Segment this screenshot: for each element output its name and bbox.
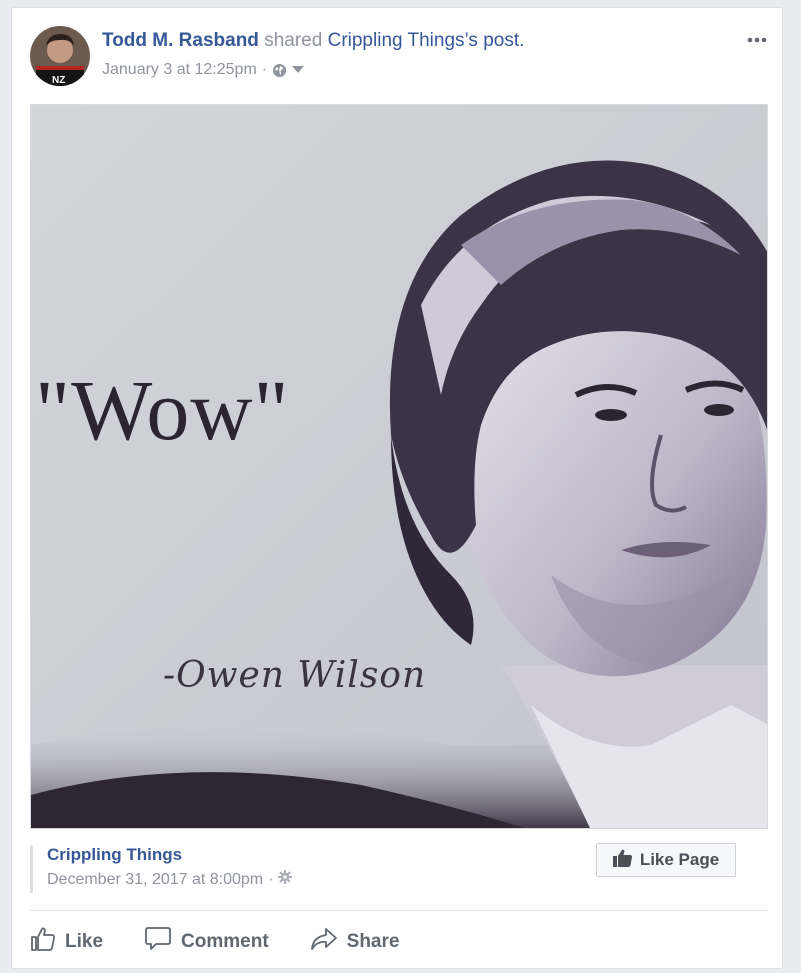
ellipsis-icon bbox=[747, 30, 767, 48]
shared-page-meta: December 31, 2017 at 8:00pm · bbox=[47, 870, 293, 889]
post-header-line: Todd M. Rasband shared Crippling Things’… bbox=[102, 30, 524, 52]
shared-page-link[interactable]: Crippling Things bbox=[47, 845, 182, 865]
gear-icon bbox=[278, 870, 293, 889]
shared-timestamp-link[interactable]: December 31, 2017 at 8:00pm bbox=[47, 871, 263, 889]
post-card: NZ Todd M. Rasband shared Crippling Thin… bbox=[11, 7, 783, 969]
image-quote-text: "Wow" bbox=[35, 362, 290, 458]
like-button[interactable]: Like bbox=[30, 926, 103, 958]
source-post-suffix: ’s post. bbox=[464, 30, 525, 51]
author-name-link[interactable]: Todd M. Rasband bbox=[102, 30, 259, 51]
post-image[interactable]: "Wow" -Owen Wilson bbox=[30, 104, 768, 829]
source-page-link[interactable]: Crippling Things’s post. bbox=[328, 30, 525, 51]
share-label: Share bbox=[346, 931, 400, 952]
share-button[interactable]: Share bbox=[310, 927, 400, 957]
source-page-name: Crippling Things bbox=[327, 30, 465, 51]
post-meta: January 3 at 12:25pm · bbox=[102, 61, 305, 79]
globe-icon[interactable] bbox=[272, 63, 287, 78]
shared-label: shared bbox=[264, 30, 323, 51]
caret-down-icon[interactable] bbox=[292, 66, 305, 74]
image-attribution-text: -Owen Wilson bbox=[163, 655, 427, 696]
thumbs-up-icon bbox=[612, 849, 640, 872]
author-avatar[interactable]: NZ bbox=[30, 26, 90, 86]
comment-button[interactable]: Comment bbox=[144, 926, 269, 958]
attribution-bar bbox=[30, 845, 33, 893]
comment-label: Comment bbox=[181, 931, 269, 952]
like-page-label: Like Page bbox=[639, 850, 720, 869]
post-actions: Like Comment Share bbox=[30, 922, 440, 962]
svg-text:NZ: NZ bbox=[52, 75, 65, 86]
thumbs-up-outline-icon bbox=[30, 926, 65, 958]
share-arrow-icon bbox=[310, 927, 347, 957]
shared-source: Crippling Things December 31, 2017 at 8:… bbox=[30, 843, 768, 895]
portrait-illustration bbox=[31, 105, 767, 828]
post-timestamp-link[interactable]: January 3 at 12:25pm bbox=[102, 61, 257, 79]
shared-meta-separator: · bbox=[268, 870, 274, 888]
like-page-button[interactable]: Like Page bbox=[596, 843, 736, 877]
meta-separator: · bbox=[261, 61, 268, 78]
comment-bubble-icon bbox=[144, 926, 181, 958]
like-label: Like bbox=[65, 931, 104, 952]
post-options-button[interactable] bbox=[744, 30, 770, 48]
actions-divider bbox=[30, 910, 768, 911]
